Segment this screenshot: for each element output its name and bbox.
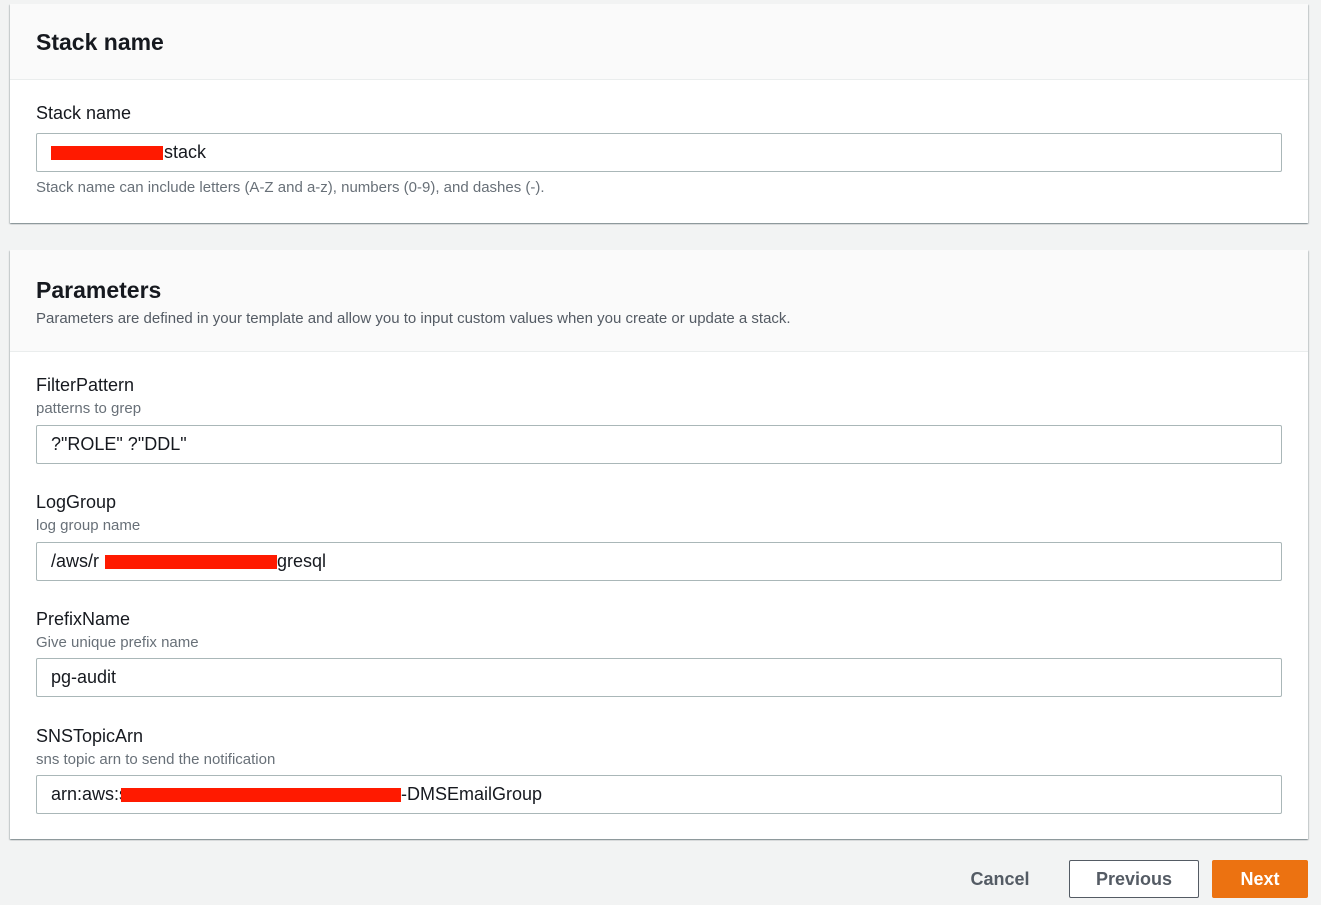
cancel-button[interactable]: Cancel: [950, 860, 1050, 898]
redaction-mark: [105, 555, 277, 569]
stack-name-panel: Stack name Stack name stack Stack name c…: [10, 4, 1308, 223]
filterpattern-input[interactable]: ?"ROLE" ?"DDL": [36, 425, 1282, 464]
snstopicarn-input[interactable]: arn:aws:s -DMSEmailGroup: [36, 775, 1282, 814]
loggroup-label: LogGroup: [36, 492, 117, 512]
redaction-mark: [51, 146, 163, 160]
parameters-title: Parameters: [36, 277, 162, 303]
prefixname-description: Give unique prefix name: [36, 634, 199, 651]
loggroup-input[interactable]: /aws/r gresql: [36, 542, 1282, 581]
stack-name-input[interactable]: stack: [36, 133, 1282, 172]
loggroup-value-prefix: /aws/r: [51, 551, 100, 571]
parameters-description: Parameters are defined in your template …: [36, 310, 791, 327]
next-button[interactable]: Next: [1212, 860, 1308, 898]
loggroup-description: log group name: [36, 517, 141, 534]
previous-button[interactable]: Previous: [1069, 860, 1199, 898]
snstopicarn-description: sns topic arn to send the notification: [36, 751, 276, 768]
prefixname-value: pg-audit: [51, 667, 117, 687]
stack-name-title: Stack name: [36, 29, 164, 55]
redaction-mark: [121, 788, 401, 802]
prefixname-label: PrefixName: [36, 609, 131, 629]
snstopicarn-value-prefix: arn:aws:s: [51, 784, 129, 804]
filterpattern-value: ?"ROLE" ?"DDL": [51, 434, 187, 454]
filterpattern-description: patterns to grep: [36, 400, 142, 417]
stack-name-label: Stack name: [36, 103, 132, 123]
stack-name-value: stack: [164, 142, 207, 162]
snstopicarn-value-suffix: -DMSEmailGroup: [401, 784, 543, 804]
parameters-panel-header: Parameters Parameters are defined in you…: [10, 250, 1308, 352]
loggroup-value-suffix: gresql: [277, 551, 327, 571]
filterpattern-label: FilterPattern: [36, 375, 135, 395]
prefixname-input[interactable]: pg-audit: [36, 658, 1282, 697]
stack-name-constraint: Stack name can include letters (A-Z and …: [36, 179, 545, 196]
snstopicarn-label: SNSTopicArn: [36, 726, 144, 746]
parameters-panel: Parameters Parameters are defined in you…: [10, 250, 1308, 839]
stack-name-panel-header: Stack name: [10, 4, 1308, 80]
